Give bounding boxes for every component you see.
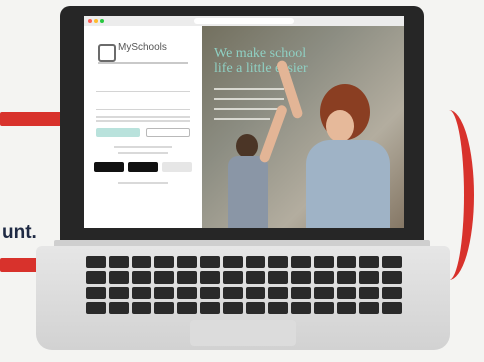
woman-figure	[326, 110, 354, 142]
bullet-line	[214, 98, 284, 100]
background-text: unt.	[2, 222, 37, 243]
key	[108, 271, 129, 284]
headline-line: We make school	[214, 46, 307, 61]
key	[359, 301, 380, 314]
minimize-dot	[94, 19, 98, 23]
login-button	[96, 128, 140, 137]
key	[108, 286, 129, 299]
key	[86, 286, 106, 299]
key	[154, 256, 175, 269]
key	[313, 271, 334, 284]
laptop-base	[36, 246, 450, 350]
key	[382, 271, 402, 284]
maximize-dot	[100, 19, 104, 23]
key	[86, 256, 106, 269]
key	[268, 271, 289, 284]
key	[359, 271, 380, 284]
key	[131, 271, 152, 284]
child-figure	[228, 156, 268, 228]
key	[222, 301, 243, 314]
key	[154, 286, 175, 299]
laptop-screen: MySchools We make school life a little e…	[84, 16, 404, 228]
key	[108, 301, 129, 314]
email-field	[96, 82, 190, 92]
address-bar	[194, 18, 294, 24]
key	[359, 286, 380, 299]
footer-text	[118, 182, 168, 184]
key	[382, 256, 402, 269]
key	[313, 256, 334, 269]
signup-button	[146, 128, 190, 137]
key	[291, 286, 311, 299]
woman-figure	[306, 140, 390, 228]
key	[291, 271, 311, 284]
key	[313, 301, 334, 314]
login-panel: MySchools	[84, 26, 203, 228]
key	[245, 256, 266, 269]
caption-text	[114, 146, 172, 148]
key	[336, 286, 357, 299]
key	[199, 301, 220, 314]
caption-text	[118, 152, 168, 154]
google-play-badge	[94, 162, 124, 172]
key	[382, 301, 402, 314]
headline-line: life a little easier	[214, 61, 308, 76]
key	[154, 271, 175, 284]
key	[199, 256, 220, 269]
child-figure	[236, 134, 258, 158]
brand-name: MySchools	[118, 42, 167, 53]
key	[86, 301, 106, 314]
key	[291, 301, 311, 314]
app-store-badge	[128, 162, 158, 172]
key	[245, 301, 266, 314]
key	[382, 286, 402, 299]
key	[336, 301, 357, 314]
scene: unt. MySchools We make school life a lit…	[0, 0, 484, 362]
key	[336, 271, 357, 284]
key	[313, 286, 334, 299]
key	[268, 286, 289, 299]
bullet-line	[214, 118, 270, 120]
key	[131, 256, 152, 269]
key	[336, 256, 357, 269]
key	[86, 271, 106, 284]
key	[177, 286, 197, 299]
raised-arm	[258, 103, 289, 164]
key	[359, 256, 380, 269]
key	[131, 286, 152, 299]
logo-icon	[98, 44, 116, 62]
helper-text	[96, 120, 190, 122]
key	[245, 286, 266, 299]
key	[199, 286, 220, 299]
bullet-line	[214, 108, 284, 110]
helper-text	[96, 116, 190, 118]
key	[222, 271, 243, 284]
close-dot	[88, 19, 92, 23]
key	[108, 256, 129, 269]
key	[245, 271, 266, 284]
key	[222, 286, 243, 299]
keyboard	[86, 256, 402, 314]
password-field	[96, 100, 190, 110]
key	[177, 256, 197, 269]
key	[177, 301, 197, 314]
key	[131, 301, 152, 314]
tagline	[98, 62, 188, 64]
key	[268, 256, 289, 269]
bullet-line	[214, 88, 284, 90]
key	[154, 301, 175, 314]
trackpad	[190, 320, 296, 346]
key	[291, 256, 311, 269]
key	[268, 301, 289, 314]
key	[199, 271, 220, 284]
key	[222, 256, 243, 269]
hero-headline: We make school life a little easier	[214, 46, 308, 76]
key	[177, 271, 197, 284]
store-badge	[162, 162, 192, 172]
hero-image: We make school life a little easier	[202, 26, 404, 228]
